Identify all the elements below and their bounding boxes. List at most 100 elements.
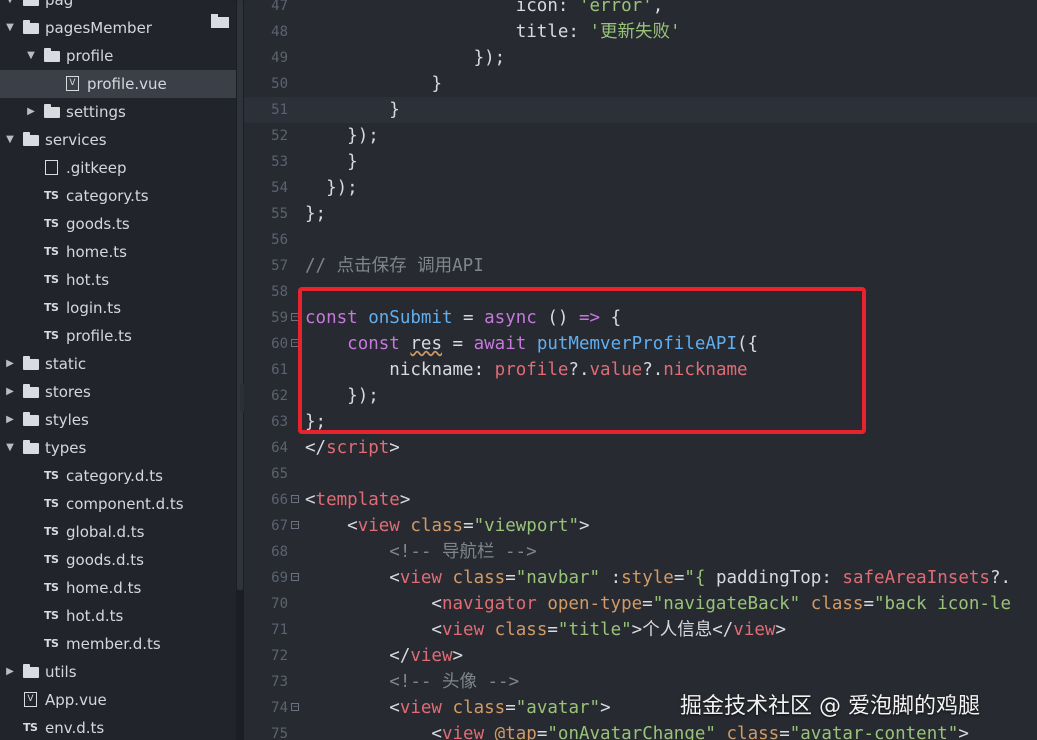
- code-line[interactable]: 55};: [244, 201, 1037, 227]
- code-text: <view @tap="onAvatarChange" class="avata…: [305, 721, 968, 740]
- code-line[interactable]: 65: [244, 461, 1037, 487]
- fold-toggle-icon[interactable]: −: [291, 495, 299, 503]
- chevron-down-icon[interactable]: ▼: [5, 126, 15, 154]
- code-line[interactable]: 56: [244, 227, 1037, 253]
- code-line[interactable]: 68 <!-- 导航栏 -->: [244, 539, 1037, 565]
- tree-item[interactable]: ▶ utils: [0, 658, 236, 686]
- chevron-down-icon[interactable]: ▼: [5, 434, 15, 462]
- fold-toggle-icon[interactable]: −: [291, 703, 299, 711]
- code-token: view: [357, 516, 400, 536]
- tree-item[interactable]: TS env.d.ts: [0, 714, 236, 740]
- fold-toggle-icon[interactable]: −: [291, 521, 299, 529]
- tree-item[interactable]: ▼ profile: [0, 42, 236, 70]
- code-text: <view class="title">个人信息</view>: [305, 617, 786, 643]
- line-number: 69: [271, 570, 288, 586]
- line-number: 50: [271, 76, 288, 92]
- chevron-right-icon[interactable]: ▶: [5, 658, 15, 686]
- code-token: "title": [557, 620, 632, 640]
- open-folder-icon[interactable]: [211, 14, 229, 28]
- tree-item[interactable]: TS goods.ts: [0, 210, 236, 238]
- code-text: });: [305, 123, 379, 149]
- code-token: >: [452, 646, 464, 666]
- tree-item[interactable]: TS hot.d.ts: [0, 602, 236, 630]
- chevron-down-icon[interactable]: ▼: [5, 14, 15, 42]
- code-line[interactable]: 75 <view @tap="onAvatarChange" class="av…: [244, 721, 1037, 740]
- code-token: icon:: [515, 0, 579, 16]
- code-line[interactable]: 52 });: [244, 123, 1037, 149]
- code-token: <: [305, 698, 400, 718]
- code-token: style: [621, 568, 674, 588]
- folder-icon: [23, 412, 39, 428]
- code-token: 'error': [578, 0, 653, 16]
- code-token: view: [399, 568, 442, 588]
- tree-item[interactable]: TS profile.ts: [0, 322, 236, 350]
- chevron-right-icon[interactable]: ▶: [5, 350, 15, 378]
- fold-toggle-icon[interactable]: −: [291, 573, 299, 581]
- code-line[interactable]: 54 });: [244, 175, 1037, 201]
- typescript-file-icon: TS: [44, 273, 59, 286]
- code-line[interactable]: 57 // 点击保存 调用API: [244, 253, 1037, 279]
- code-line[interactable]: 64 </script>: [244, 435, 1037, 461]
- chevron-right-icon[interactable]: ▶: [26, 98, 36, 126]
- explorer-scrollbar[interactable]: [236, 0, 244, 740]
- code-line[interactable]: 50 }: [244, 71, 1037, 97]
- chevron-down-icon[interactable]: ▼: [5, 0, 15, 14]
- code-token: <: [305, 620, 442, 640]
- line-number: 54: [271, 180, 288, 196]
- explorer-scrollbar-thumb[interactable]: [237, 0, 243, 590]
- tree-item[interactable]: TS member.d.ts: [0, 630, 236, 658]
- code-line[interactable]: 69− <view class="navbar" :style="{ paddi…: [244, 565, 1037, 591]
- tree-item[interactable]: TS global.d.ts: [0, 518, 236, 546]
- code-token: </: [305, 438, 327, 458]
- tree-item[interactable]: TS goods.d.ts: [0, 546, 236, 574]
- tree-item[interactable]: TS category.ts: [0, 182, 236, 210]
- tree-item[interactable]: ▼ pagesMember: [0, 14, 236, 42]
- code-line[interactable]: 71 <view class="title">个人信息</view>: [244, 617, 1037, 643]
- tree-item[interactable]: ▼ pag: [0, 0, 236, 14]
- code-token: =: [779, 724, 790, 740]
- tree-item[interactable]: TS category.d.ts: [0, 462, 236, 490]
- tree-item[interactable]: TS hot.ts: [0, 266, 236, 294]
- code-token: "back icon-le: [874, 594, 1011, 614]
- code-line[interactable]: 49 });: [244, 45, 1037, 71]
- chevron-right-icon[interactable]: ▶: [5, 378, 15, 406]
- code-line[interactable]: 70 <navigator open-type="navigateBack" c…: [244, 591, 1037, 617]
- tree-item[interactable]: ▶ styles: [0, 406, 236, 434]
- tree-item[interactable]: TS home.ts: [0, 238, 236, 266]
- tree-item[interactable]: TS login.ts: [0, 294, 236, 322]
- typescript-file-icon: TS: [44, 469, 59, 482]
- chevron-down-icon[interactable]: ▼: [26, 42, 36, 70]
- code-line[interactable]: 51 }: [244, 97, 1037, 123]
- tree-item[interactable]: Vprofile.vue: [0, 70, 236, 98]
- code-line[interactable]: 47 icon: 'error',: [244, 0, 1037, 19]
- tree-item[interactable]: .gitkeep: [0, 154, 236, 182]
- code-text: <!-- 头像 -->: [305, 669, 519, 695]
- tree-item[interactable]: ▼ services: [0, 126, 236, 154]
- tree-item[interactable]: TS component.d.ts: [0, 490, 236, 518]
- tree-item[interactable]: ▶ static: [0, 350, 236, 378]
- code-line[interactable]: 72 </view>: [244, 643, 1037, 669]
- code-line[interactable]: 66− <template>: [244, 487, 1037, 513]
- code-token: });: [326, 178, 358, 198]
- code-text: title: '更新失败': [305, 19, 681, 45]
- tree-item-label: env.d.ts: [45, 719, 105, 737]
- tree-item[interactable]: V App.vue: [0, 686, 236, 714]
- code-line[interactable]: 48 title: '更新失败': [244, 19, 1037, 45]
- typescript-file-icon: TS: [44, 189, 59, 202]
- tree-item[interactable]: TS home.d.ts: [0, 574, 236, 602]
- tree-item-label: pag: [45, 0, 74, 9]
- code-line[interactable]: 53 }: [244, 149, 1037, 175]
- folder-icon: [23, 664, 39, 680]
- tree-item[interactable]: ▶ stores: [0, 378, 236, 406]
- chevron-right-icon[interactable]: ▶: [5, 406, 15, 434]
- code-line[interactable]: 67− <view class="viewport">: [244, 513, 1037, 539]
- tree-item[interactable]: ▶ settings: [0, 98, 236, 126]
- tree-item[interactable]: ▼ types: [0, 434, 236, 462]
- line-number: 63: [271, 414, 288, 430]
